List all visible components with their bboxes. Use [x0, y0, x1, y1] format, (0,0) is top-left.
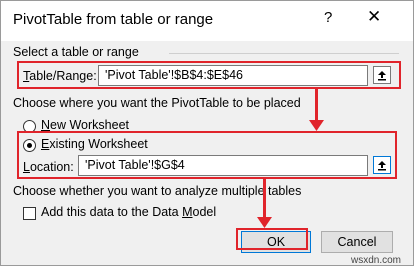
close-icon[interactable]: ✕ [367, 7, 381, 27]
ok-button[interactable]: OK [241, 231, 311, 253]
dialog-body: Select a table or range Table/Range: 'Pi… [1, 41, 413, 266]
location-label: Location: [23, 160, 74, 174]
placement-heading: Choose where you want the PivotTable to … [13, 96, 301, 110]
range-label: Table/Range: [23, 69, 97, 83]
location-input[interactable]: 'Pivot Table'!$G$4 [78, 155, 368, 176]
collapse-arrow-icon [378, 71, 386, 81]
arrow-down-icon [257, 217, 272, 228]
arrow-down-icon [309, 120, 324, 131]
title-bar: PivotTable from table or range ? ✕ [1, 1, 413, 41]
data-model-label: Add this data to the Data Model [41, 205, 217, 219]
help-button[interactable]: ? [324, 9, 332, 26]
dialog-title: PivotTable from table or range [13, 11, 214, 28]
pivot-table-dialog: PivotTable from table or range ? ✕ Selec… [0, 0, 414, 266]
collapse-arrow-icon [378, 161, 386, 171]
multiple-tables-heading: Choose whether you want to analyze multi… [13, 184, 302, 198]
watermark: wsxdn.com [351, 255, 402, 266]
section-divider [169, 53, 399, 54]
new-worksheet-label: New Worksheet [41, 118, 129, 132]
new-worksheet-radio[interactable] [23, 120, 36, 133]
range-collapse-button[interactable] [373, 66, 391, 84]
select-range-heading: Select a table or range [13, 45, 139, 59]
data-model-checkbox[interactable] [23, 207, 36, 220]
location-collapse-button[interactable] [373, 156, 391, 174]
arrow-line [263, 179, 266, 219]
existing-worksheet-radio[interactable] [23, 139, 36, 152]
existing-worksheet-label: Existing Worksheet [41, 137, 148, 151]
range-input[interactable]: 'Pivot Table'!$B$4:$E$46 [98, 65, 368, 86]
cancel-button[interactable]: Cancel [321, 231, 393, 253]
